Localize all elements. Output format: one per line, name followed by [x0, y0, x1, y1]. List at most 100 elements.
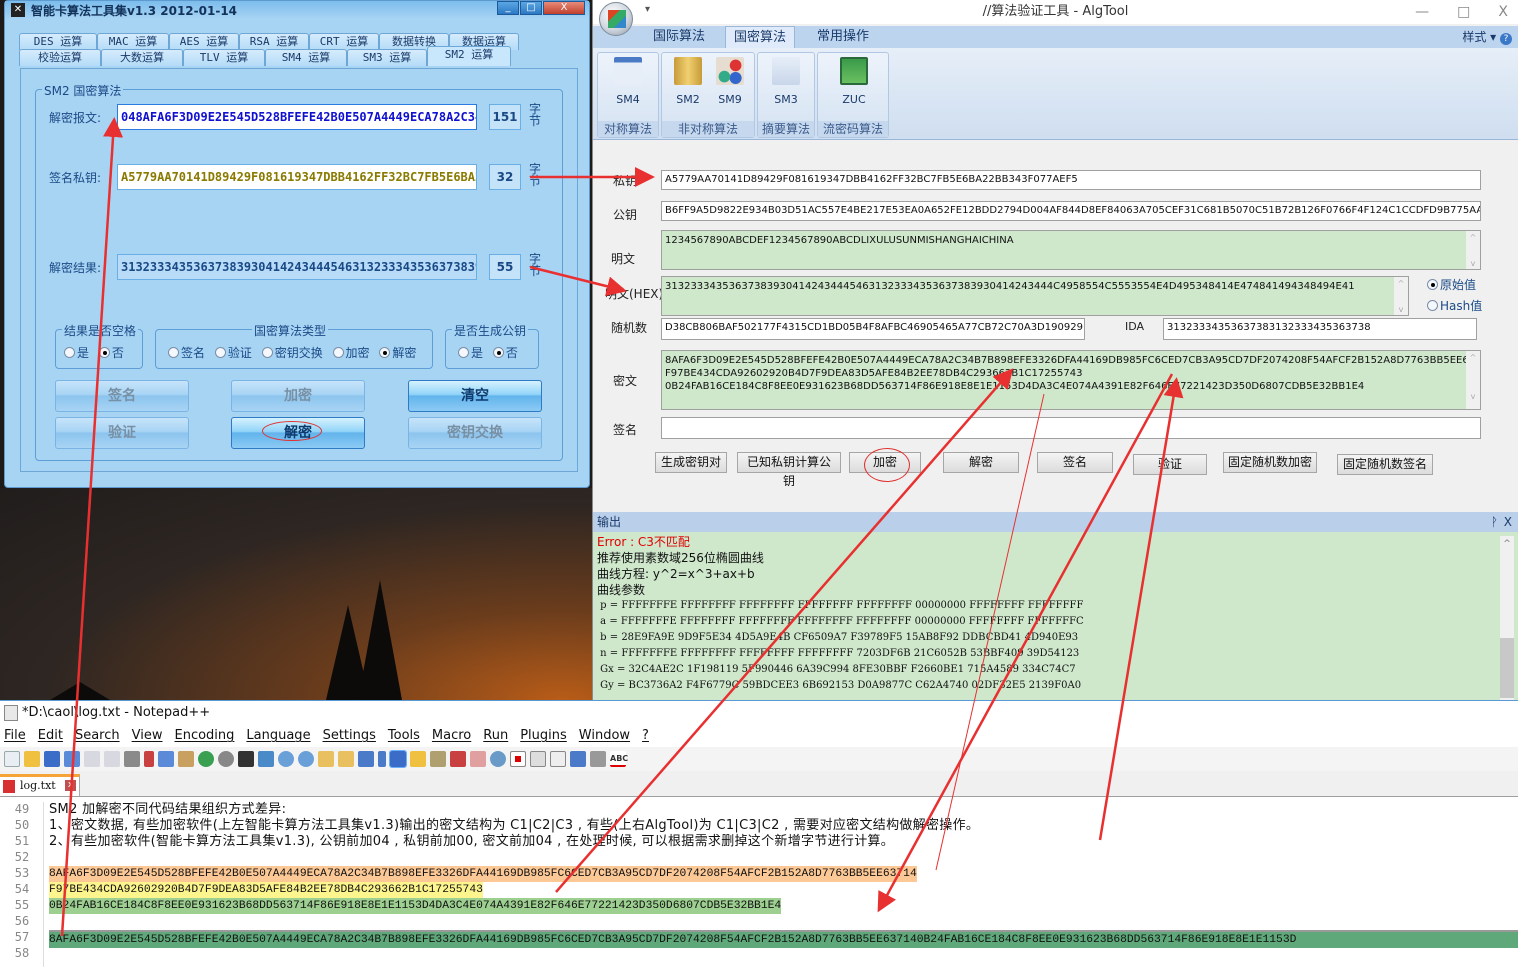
zoom-out-icon[interactable]: [298, 751, 314, 767]
save-icon[interactable]: [44, 751, 60, 767]
decrypt-button[interactable]: 解密: [943, 452, 1019, 473]
sync-h-icon[interactable]: [338, 751, 354, 767]
sign-private-key-input[interactable]: A5779AA70141D89429F081619347DBB4162FF32B…: [117, 164, 477, 190]
minimize-button[interactable]: _: [497, 1, 519, 15]
tab-des[interactable]: DES 运算: [19, 33, 97, 50]
random-input[interactable]: D38CB806BAF502177F4315CD1BD05B4F8AFBC469…: [661, 318, 1085, 340]
verify-button[interactable]: 验证: [55, 417, 189, 449]
pubkey-no-radio[interactable]: 否: [492, 344, 518, 361]
udl-icon[interactable]: [410, 751, 426, 767]
tab-aes[interactable]: AES 运算: [169, 33, 239, 50]
print-icon[interactable]: [124, 751, 140, 767]
menu-file[interactable]: File: [4, 725, 26, 747]
doc-map-icon[interactable]: [430, 751, 446, 767]
sm9-ribbon-button[interactable]: SM9: [712, 57, 748, 106]
tab-log-txt[interactable]: log.txt x: [0, 774, 80, 796]
zoom-in-icon[interactable]: [278, 751, 294, 767]
close-button[interactable]: X: [543, 1, 585, 15]
word-wrap-icon[interactable]: [358, 751, 374, 767]
menu-tools[interactable]: Tools: [388, 725, 420, 747]
save-macro-icon[interactable]: [590, 751, 606, 767]
sm3-ribbon-button[interactable]: SM3: [768, 57, 804, 106]
quick-access-dropdown[interactable]: ▾: [645, 4, 650, 15]
copy-icon[interactable]: [158, 751, 174, 767]
new-file-icon[interactable]: [4, 751, 20, 767]
monitoring-icon[interactable]: [490, 751, 506, 767]
ciphertext-output[interactable]: 8AFA6F3D09E2E545D528BFEFE42B0E507A4449EC…: [661, 350, 1481, 410]
public-key-input[interactable]: B6FF9A5D9822E934B03D51AC557E4BE217E53EA0…: [661, 201, 1481, 221]
tab-international[interactable]: 国际算法: [645, 26, 713, 48]
compute-pubkey-button[interactable]: 已知私钥计算公钥: [737, 452, 841, 488]
tab-mac[interactable]: MAC 运算: [97, 33, 169, 50]
tab-checksum[interactable]: 校验运算: [19, 49, 101, 66]
encrypt-button[interactable]: 加密: [231, 380, 365, 412]
decrypt-result-output[interactable]: 3132333435363738393041424344454631323334…: [117, 254, 477, 280]
verify-button[interactable]: 验证: [1133, 454, 1207, 475]
play-macro-icon[interactable]: [550, 751, 566, 767]
scrollbar[interactable]: ^ v: [1466, 231, 1480, 269]
app-menu-orb[interactable]: [599, 2, 633, 36]
algo-keyexchange-radio[interactable]: 密钥交换: [261, 344, 323, 361]
decrypt-message-input[interactable]: 048AFA6F3D09E2E545D528BFEFE42B0E507A4449…: [117, 104, 477, 130]
plaintext-input[interactable]: 1234567890ABCDEF1234567890ABCDLIXULUSUNM…: [661, 230, 1481, 270]
plaintext-hex-input[interactable]: 3132333435363738393041424344454631323334…: [661, 276, 1409, 316]
private-key-input[interactable]: A5779AA70141D89429F081619347DBB4162FF32B…: [661, 170, 1481, 190]
close-tab-icon[interactable]: x: [65, 780, 76, 791]
hash-value-radio[interactable]: Hash值: [1427, 297, 1482, 314]
algo-verify-radio[interactable]: 验证: [214, 344, 252, 361]
menu-view[interactable]: View: [132, 725, 163, 747]
sync-v-icon[interactable]: [318, 751, 334, 767]
close-icon[interactable]: [84, 751, 100, 767]
close-panel-button[interactable]: X: [1504, 512, 1512, 532]
tab-sm3[interactable]: SM3 运算: [347, 49, 427, 66]
scrollbar[interactable]: ^ v: [1394, 277, 1408, 315]
paste-icon[interactable]: [178, 751, 194, 767]
close-all-icon[interactable]: [104, 751, 120, 767]
algo-decrypt-radio[interactable]: 解密: [379, 344, 416, 361]
spellcheck-icon[interactable]: ABC: [610, 751, 628, 767]
clear-button[interactable]: 清空: [408, 380, 542, 412]
tab-tlv[interactable]: TLV 运算: [183, 49, 265, 66]
minimize-button[interactable]: —: [1415, 0, 1429, 24]
pubkey-yes-radio[interactable]: 是: [458, 344, 483, 361]
raw-value-radio[interactable]: 原始值: [1427, 276, 1476, 293]
undo-icon[interactable]: [198, 751, 214, 767]
generate-keypair-button[interactable]: 生成密钥对: [655, 452, 727, 473]
open-file-icon[interactable]: [24, 751, 40, 767]
function-list-icon[interactable]: [450, 751, 466, 767]
menu-plugins[interactable]: Plugins: [520, 725, 567, 747]
tab-bignum[interactable]: 大数运算: [101, 49, 183, 66]
record-macro-icon[interactable]: [510, 751, 526, 767]
output-scrollbar[interactable]: ^: [1500, 536, 1514, 700]
stop-macro-icon[interactable]: [530, 751, 546, 767]
menu-language[interactable]: Language: [246, 725, 310, 747]
replace-icon[interactable]: [258, 751, 274, 767]
menu-help[interactable]: ?: [642, 725, 649, 747]
algo-encrypt-radio[interactable]: 加密: [332, 344, 370, 361]
scrollbar[interactable]: ^ v: [1466, 351, 1480, 409]
save-all-icon[interactable]: [64, 751, 80, 767]
menu-edit[interactable]: Edit: [38, 725, 63, 747]
fixed-random-sign-button[interactable]: 固定随机数签名: [1337, 454, 1433, 475]
menu-encoding[interactable]: Encoding: [174, 725, 234, 747]
space-yes-radio[interactable]: 是: [64, 344, 89, 361]
help-icon[interactable]: ?: [1500, 33, 1512, 45]
signature-input[interactable]: [661, 417, 1481, 439]
tab-rsa[interactable]: RSA 运算: [239, 33, 309, 50]
sm4-button[interactable]: SM4: [610, 57, 646, 106]
run-macro-multiple-icon[interactable]: [570, 751, 586, 767]
key-exchange-button[interactable]: 密钥交换: [408, 417, 542, 449]
cut-icon[interactable]: [144, 751, 154, 767]
show-all-chars-icon[interactable]: [378, 751, 386, 767]
indent-guide-icon[interactable]: [389, 750, 407, 768]
sm2-ribbon-button[interactable]: SM2: [670, 57, 706, 106]
fixed-random-encrypt-button[interactable]: 固定随机数加密: [1223, 452, 1317, 473]
sign-button[interactable]: 签名: [55, 380, 189, 412]
tab-crt[interactable]: CRT 运算: [309, 33, 379, 50]
find-icon[interactable]: [238, 751, 254, 767]
menu-run[interactable]: Run: [483, 725, 508, 747]
redo-icon[interactable]: [218, 751, 234, 767]
algo-sign-radio[interactable]: 签名: [168, 344, 205, 361]
tab-sm4[interactable]: SM4 运算: [265, 49, 347, 66]
maximize-button[interactable]: □: [1457, 0, 1470, 24]
